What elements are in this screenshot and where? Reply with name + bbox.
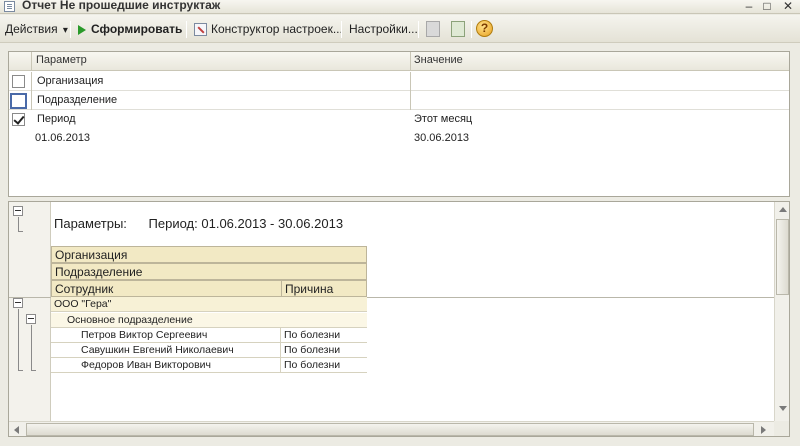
- reason-value: По болезни: [284, 359, 341, 371]
- header-department: Подразделение: [51, 263, 367, 280]
- scrollbar-corner: [774, 421, 789, 436]
- period-start-date[interactable]: 01.06.2013: [35, 132, 90, 144]
- employee-name: Федоров Иван Викторович: [81, 359, 211, 371]
- table-row[interactable]: Федоров Иван Викторович По болезни: [51, 358, 367, 373]
- scroll-right-icon[interactable]: [761, 426, 766, 434]
- tree-line: [18, 217, 19, 231]
- horizontal-scrollbar[interactable]: [9, 421, 774, 436]
- parameter-name: Организация: [37, 75, 104, 87]
- generate-button[interactable]: Сформировать: [78, 20, 182, 38]
- cell-divider: [280, 343, 281, 358]
- cell-divider: [410, 72, 411, 91]
- employee-name: Петров Виктор Сергеевич: [81, 329, 208, 341]
- parameter-row-period[interactable]: Период Этот месяц: [9, 110, 789, 129]
- constructor-button[interactable]: Конструктор настроек...: [194, 20, 343, 38]
- actions-label: Действия: [5, 22, 58, 36]
- report-parameters-value: Период: 01.06.2013 - 30.06.2013: [148, 216, 344, 231]
- reason-value: По болезни: [284, 329, 341, 341]
- parameter-row-period-dates: 01.06.2013 30.06.2013: [9, 129, 789, 148]
- tree-line: [18, 231, 23, 232]
- toolbar: Действия ▾ Сформировать Конструктор наст…: [0, 15, 800, 43]
- column-header-value[interactable]: Значение: [414, 54, 463, 66]
- window-title: Отчет Не прошедшие инструктаж: [22, 0, 221, 12]
- constructor-icon: [194, 23, 207, 37]
- vertical-scrollbar[interactable]: [774, 202, 789, 421]
- title-bar: Отчет Не прошедшие инструктаж – □ ✕: [0, 0, 800, 14]
- collapse-subgroup-icon[interactable]: [26, 314, 36, 324]
- collapse-params-icon[interactable]: [13, 206, 23, 216]
- scroll-down-icon[interactable]: [779, 406, 787, 411]
- vertical-scroll-thumb[interactable]: [776, 219, 789, 295]
- report-parameters-line: Параметры: Период: 01.06.2013 - 30.06.20…: [54, 216, 343, 231]
- chevron-down-icon: ▾: [62, 25, 68, 36]
- cell-divider: [31, 72, 32, 91]
- table-row[interactable]: Савушкин Евгений Николаевич По болезни: [51, 343, 367, 358]
- column-header-parameter[interactable]: Параметр: [36, 54, 87, 66]
- constructor-label: Конструктор настроек...: [211, 22, 343, 36]
- horizontal-scroll-thumb[interactable]: [26, 423, 754, 436]
- save-settings-icon[interactable]: [451, 21, 465, 37]
- cell-divider: [410, 91, 411, 110]
- parameter-name: Период: [37, 113, 76, 125]
- report-parameters-label: Параметры:: [54, 216, 127, 231]
- parameters-table: Параметр Значение Организация Подразделе…: [8, 51, 790, 197]
- toolbar-divider: [341, 21, 342, 38]
- report-window-icon: [4, 1, 15, 12]
- toolbar-divider: [186, 21, 187, 38]
- header-employee-row: Сотрудник Причина: [51, 280, 367, 297]
- period-end-date[interactable]: 30.06.2013: [414, 132, 469, 144]
- header-organization: Организация: [51, 246, 367, 263]
- help-icon[interactable]: ?: [476, 20, 493, 37]
- organization-checkbox[interactable]: [12, 75, 25, 88]
- report-document[interactable]: Параметры: Период: 01.06.2013 - 30.06.20…: [8, 201, 790, 437]
- tree-line: [18, 309, 19, 370]
- header-divider: [31, 52, 32, 71]
- toolbar-divider: [418, 21, 419, 38]
- tree-line: [31, 325, 32, 370]
- parameter-row-organization[interactable]: Организация: [9, 72, 789, 91]
- load-settings-icon[interactable]: [426, 21, 440, 37]
- generate-label: Сформировать: [91, 22, 183, 36]
- parameters-table-header: Параметр Значение: [9, 52, 789, 71]
- parameter-value[interactable]: Этот месяц: [414, 113, 472, 125]
- group-row[interactable]: ООО "Гера": [51, 297, 367, 312]
- minimize-button[interactable]: –: [740, 0, 758, 13]
- header-reason: Причина: [285, 282, 334, 296]
- subgroup-row[interactable]: Основное подразделение: [51, 313, 367, 328]
- close-button[interactable]: ✕: [779, 0, 797, 13]
- parameter-row-department[interactable]: Подразделение: [9, 91, 789, 110]
- actions-menu-button[interactable]: Действия ▾: [5, 20, 68, 38]
- parameter-name: Подразделение: [37, 94, 118, 106]
- toolbar-divider: [471, 21, 472, 38]
- subgroup-name: Основное подразделение: [67, 314, 193, 326]
- maximize-button[interactable]: □: [758, 0, 776, 13]
- collapse-group-icon[interactable]: [13, 298, 23, 308]
- department-checkbox[interactable]: [10, 93, 27, 109]
- scroll-up-icon[interactable]: [779, 207, 787, 212]
- period-checkbox[interactable]: [12, 113, 25, 126]
- employee-name: Савушкин Евгений Николаевич: [81, 344, 234, 356]
- scroll-left-icon[interactable]: [14, 426, 19, 434]
- header-employee: Сотрудник: [55, 282, 114, 296]
- settings-button[interactable]: Настройки...: [349, 20, 418, 38]
- play-icon: [78, 24, 86, 35]
- cell-divider: [280, 358, 281, 373]
- reason-value: По болезни: [284, 344, 341, 356]
- tree-line: [31, 370, 36, 371]
- toolbar-divider: [70, 21, 71, 38]
- group-name: ООО "Гера": [54, 298, 112, 310]
- header-divider: [281, 281, 282, 296]
- header-divider: [410, 52, 411, 71]
- cell-divider: [280, 328, 281, 343]
- cell-divider: [31, 91, 32, 110]
- grouping-gutter: [9, 202, 51, 421]
- table-row[interactable]: Петров Виктор Сергеевич По болезни: [51, 328, 367, 343]
- tree-line: [18, 370, 23, 371]
